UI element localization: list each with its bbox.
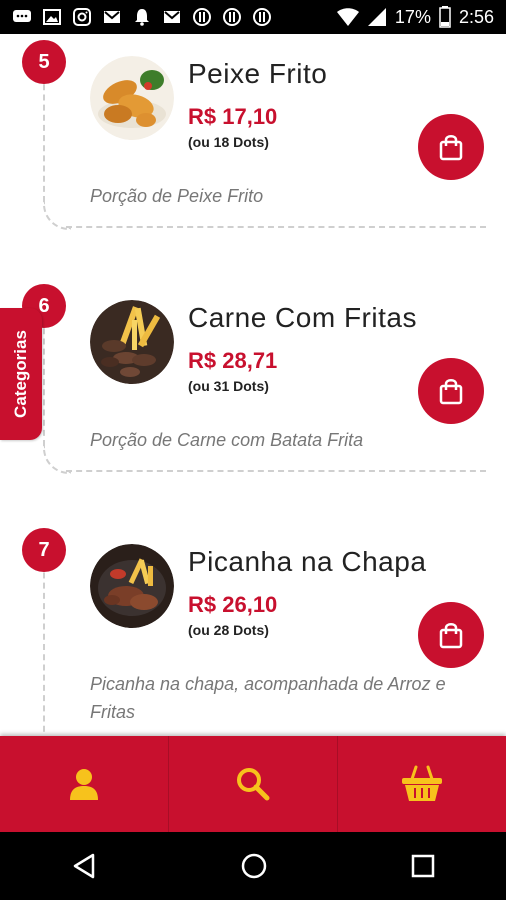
battery-percent: 17%: [394, 6, 431, 27]
message-icon: [13, 10, 31, 22]
product-item[interactable]: 7 Picanha na Chapa R$ 26,10 (ou 28 Dots)…: [0, 522, 506, 736]
categories-tab[interactable]: Categorias: [0, 308, 42, 440]
system-nav-bar: [0, 832, 506, 900]
image-icon: [43, 9, 61, 25]
app-icon: [253, 8, 271, 26]
back-icon[interactable]: [71, 852, 97, 880]
home-icon[interactable]: [240, 852, 268, 880]
bottom-nav: [0, 736, 506, 832]
bell-icon: [135, 9, 149, 26]
product-price: R$ 17,10: [188, 104, 278, 129]
product-name: Carne Com Fritas: [188, 302, 417, 333]
product-image[interactable]: [90, 300, 174, 384]
notification-icons: [12, 7, 272, 27]
profile-button[interactable]: [0, 736, 169, 832]
item-number-badge: 5: [22, 40, 66, 84]
battery-icon: [439, 6, 451, 28]
product-description: Picanha na chapa, acompanhada de Arroz e…: [90, 674, 446, 722]
product-dots: (ou 31 Dots): [188, 378, 269, 394]
product-description: Porção de Carne com Batata Frita: [90, 430, 364, 450]
app-icon: [223, 8, 241, 26]
product-name: Peixe Frito: [188, 58, 328, 89]
recents-icon[interactable]: [411, 854, 435, 878]
search-button[interactable]: [169, 736, 338, 832]
gmail-icon: [104, 11, 120, 23]
item-number-badge: 7: [22, 528, 66, 572]
basket-icon: [402, 765, 442, 801]
wifi-icon: [336, 8, 359, 26]
instagram-icon: [73, 8, 91, 26]
add-to-cart-button[interactable]: [418, 358, 484, 424]
shopping-bag-icon: [439, 379, 463, 405]
categories-tab-label: Categorias: [11, 330, 30, 418]
product-price: R$ 28,71: [188, 348, 278, 373]
gmail-icon: [164, 11, 180, 23]
add-to-cart-button[interactable]: [418, 602, 484, 668]
product-price: R$ 26,10: [188, 592, 278, 617]
clock: 2:56: [458, 6, 494, 27]
basket-button[interactable]: [338, 736, 506, 832]
search-icon: [237, 768, 270, 801]
product-list[interactable]: 5 Peixe Frito R$ 17,10 (ou 18 Dots) Porç…: [0, 34, 506, 736]
user-icon: [70, 769, 98, 800]
product-dots: (ou 18 Dots): [188, 134, 269, 150]
shopping-bag-icon: [439, 135, 463, 161]
app-icon: [193, 8, 211, 26]
product-name: Picanha na Chapa: [188, 546, 427, 577]
signal-icon: [367, 8, 386, 26]
product-image[interactable]: [90, 56, 174, 140]
status-bar: 17% 2:56: [0, 0, 506, 34]
add-to-cart-button[interactable]: [418, 114, 484, 180]
product-description: Porção de Peixe Frito: [90, 186, 264, 206]
product-image[interactable]: [90, 544, 174, 628]
shopping-bag-icon: [439, 623, 463, 649]
product-item[interactable]: 5 Peixe Frito R$ 17,10 (ou 18 Dots) Porç…: [0, 34, 506, 274]
product-item[interactable]: 6 Carne Com Fritas R$ 28,71 (ou 31 Dots)…: [0, 278, 506, 518]
product-dots: (ou 28 Dots): [188, 622, 269, 638]
